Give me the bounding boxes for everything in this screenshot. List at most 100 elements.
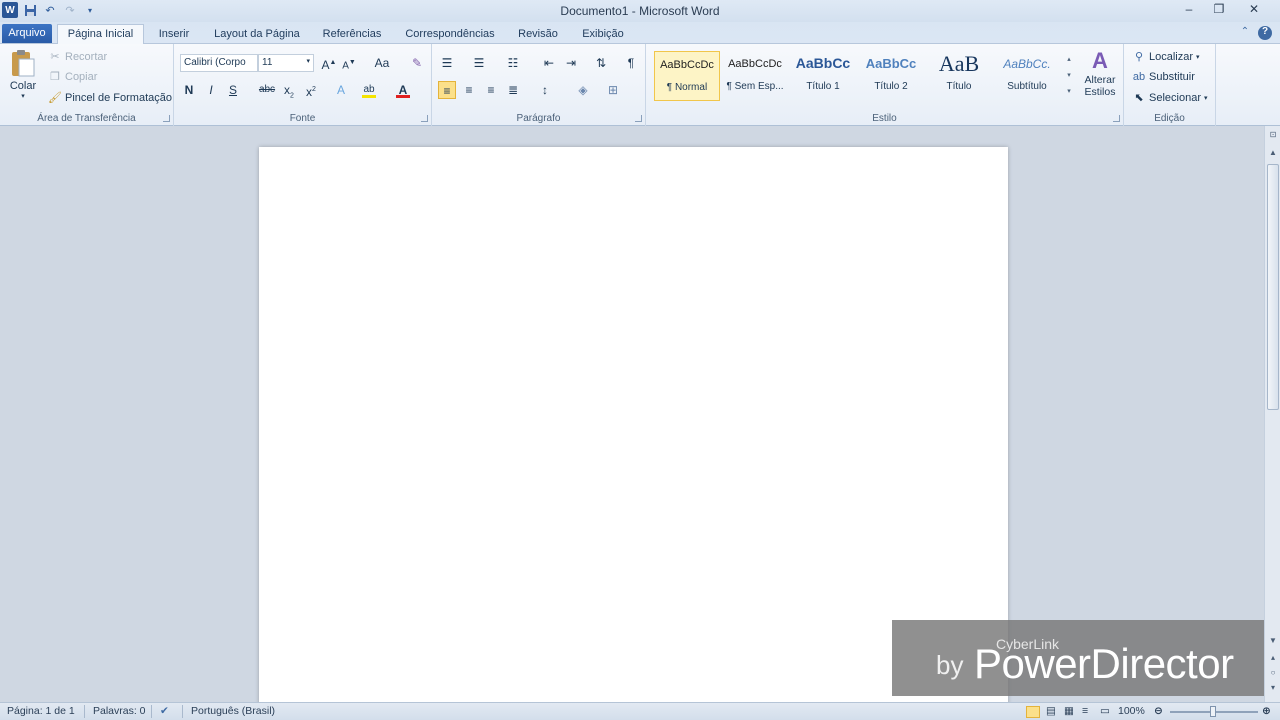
font-size-value: 11 [262, 57, 273, 68]
outline-view-icon[interactable]: ≡ [1082, 705, 1088, 717]
brush-icon: 🖌 [48, 92, 62, 104]
status-bar: Página: 1 de 1 Palavras: 0 ✔ Português (… [0, 702, 1280, 720]
web-layout-icon[interactable]: ▦ [1064, 705, 1074, 717]
minimize-icon[interactable]: – [1174, 0, 1204, 18]
font-color-button[interactable]: A [394, 81, 412, 99]
select-button[interactable]: ⬉ Selecionar ▾ [1132, 91, 1207, 105]
zoom-out-icon[interactable]: ⊖ [1154, 705, 1163, 717]
bold-button[interactable]: N [180, 81, 198, 99]
style-heading-2[interactable]: AaBbCc Título 2 [858, 51, 924, 101]
clipboard-group-label: Área de Transferência [37, 113, 136, 124]
binoculars-icon: ⚲ [1134, 51, 1144, 63]
document-page[interactable] [259, 147, 1008, 702]
tab-insert[interactable]: Inserir [152, 25, 196, 44]
strikethrough-button[interactable]: abc [256, 81, 278, 99]
word-count[interactable]: Palavras: 0 [93, 705, 146, 717]
scroll-up-icon[interactable]: ▲ [1266, 148, 1280, 162]
align-right-icon[interactable]: ≡ [482, 81, 500, 99]
highlight-color-bar [362, 95, 376, 98]
change-styles-button[interactable]: A Alterar Estilos [1078, 48, 1122, 98]
style-normal[interactable]: AaBbCcDc ¶ Normal [654, 51, 720, 101]
paragraph-group: ☰ ☰ ☷ ⇤ ⇥ ⇅ ¶ ≡ ≡ ≡ ≣ ↕ ◈ ⊞ Parágrafo [432, 44, 646, 126]
borders-icon[interactable]: ⊞ [604, 81, 622, 99]
full-screen-reading-icon[interactable]: ▤ [1046, 705, 1056, 717]
page-count[interactable]: Página: 1 de 1 [7, 705, 75, 717]
sort-icon[interactable]: ⇅ [592, 54, 610, 72]
decrease-indent-icon[interactable]: ⇤ [540, 54, 558, 72]
grow-font-button[interactable]: A▲ [320, 54, 338, 72]
styles-gallery-scroll[interactable]: ▴ ▾ ▾ [1064, 52, 1074, 102]
copy-button[interactable]: ❐ Copiar [48, 70, 97, 84]
draft-view-icon[interactable]: ▭ [1100, 705, 1110, 717]
proofing-icon[interactable]: ✔ [160, 705, 169, 717]
clipboard-launcher-icon[interactable] [163, 115, 170, 122]
cut-button[interactable]: ✂ Recortar [48, 50, 107, 64]
print-layout-view-icon[interactable] [1026, 706, 1040, 718]
align-left-icon[interactable]: ≡ [438, 81, 456, 99]
styles-launcher-icon[interactable] [1113, 115, 1120, 122]
highlight-button[interactable]: ab [360, 81, 378, 99]
find-button[interactable]: ⚲ Localizar ▾ [1132, 50, 1200, 64]
close-icon[interactable]: ✕ [1234, 0, 1274, 18]
superscript-button[interactable]: x2 [302, 81, 320, 99]
tab-home[interactable]: Página Inicial [57, 24, 144, 45]
change-case-button[interactable]: Aa [370, 54, 394, 72]
language[interactable]: Português (Brasil) [191, 705, 275, 717]
document-area[interactable] [0, 126, 1264, 702]
tab-references[interactable]: Referências [318, 25, 386, 44]
zoom-slider-thumb[interactable] [1210, 706, 1216, 717]
help-icon[interactable]: ? [1258, 26, 1272, 40]
replace-icon: ab [1132, 71, 1146, 83]
font-name-combo[interactable]: Calibri (Corpo [180, 54, 258, 72]
tab-view[interactable]: Exibição [576, 25, 630, 44]
paragraph-launcher-icon[interactable] [635, 115, 642, 122]
multilevel-list-icon[interactable]: ☷ [504, 54, 522, 72]
shrink-font-icon: A [342, 60, 349, 72]
scroll-down-icon[interactable]: ▼ [1266, 636, 1280, 650]
text-effects-button[interactable]: A [332, 81, 350, 99]
numbering-icon[interactable]: ☰ [470, 54, 488, 72]
scissors-icon: ✂ [50, 51, 60, 63]
watermark-by: by [936, 650, 964, 680]
previous-page-icon[interactable]: ▴ [1266, 653, 1280, 667]
ruler-toggle-icon[interactable]: ⊡ [1266, 130, 1280, 144]
grow-font-icon: A [321, 58, 330, 72]
zoom-in-icon[interactable]: ⊕ [1262, 705, 1271, 717]
shading-icon[interactable]: ◈ [574, 81, 592, 99]
scroll-thumb[interactable] [1267, 164, 1279, 410]
next-page-icon[interactable]: ▾ [1266, 683, 1280, 697]
style-no-spacing[interactable]: AaBbCcDc ¶ Sem Esp... [722, 51, 788, 101]
align-center-icon[interactable]: ≡ [460, 81, 478, 99]
bullets-icon[interactable]: ☰ [438, 54, 456, 72]
minimize-ribbon-icon[interactable]: ⌃ [1238, 26, 1252, 40]
paste-dropdown-icon[interactable]: ▾ [6, 92, 40, 100]
increase-indent-icon[interactable]: ⇥ [562, 54, 580, 72]
subscript-button[interactable]: x2 [280, 81, 298, 99]
shrink-font-button[interactable]: A▼ [340, 54, 358, 72]
replace-button[interactable]: ab Substituir [1132, 70, 1195, 84]
tab-page-layout[interactable]: Layout da Página [210, 25, 304, 44]
style-title[interactable]: AaB Título [926, 51, 992, 101]
style-heading-1[interactable]: AaBbCc Título 1 [790, 51, 856, 101]
justify-icon[interactable]: ≣ [504, 81, 522, 99]
font-launcher-icon[interactable] [421, 115, 428, 122]
font-size-dropdown-icon[interactable]: ▾ [306, 57, 310, 65]
tab-mailings[interactable]: Correspondências [400, 25, 500, 44]
tab-review[interactable]: Revisão [514, 25, 562, 44]
font-size-combo[interactable]: 11 ▾ [258, 54, 314, 72]
format-painter-button[interactable]: 🖌 Pincel de Formatação [48, 91, 172, 105]
style-preview: AaB [938, 51, 980, 76]
show-marks-button[interactable]: ¶ [622, 54, 640, 72]
clear-formatting-icon[interactable]: ✎ [408, 54, 426, 72]
style-name: Título [946, 81, 972, 92]
restore-icon[interactable]: ❐ [1204, 0, 1234, 18]
browse-object-icon[interactable]: ○ [1266, 668, 1280, 682]
line-spacing-icon[interactable]: ↕ [536, 81, 554, 99]
italic-button[interactable]: I [202, 81, 220, 99]
underline-button[interactable]: S [224, 81, 242, 99]
vertical-scrollbar[interactable]: ⊡ ▲ ▼ ▴ ○ ▾ [1264, 126, 1280, 702]
paste-button[interactable]: Colar ▾ [6, 48, 40, 108]
zoom-level[interactable]: 100% [1118, 705, 1145, 717]
style-subtitle[interactable]: AaBbCc. Subtítulo [994, 51, 1060, 101]
tab-file[interactable]: Arquivo [2, 24, 52, 43]
